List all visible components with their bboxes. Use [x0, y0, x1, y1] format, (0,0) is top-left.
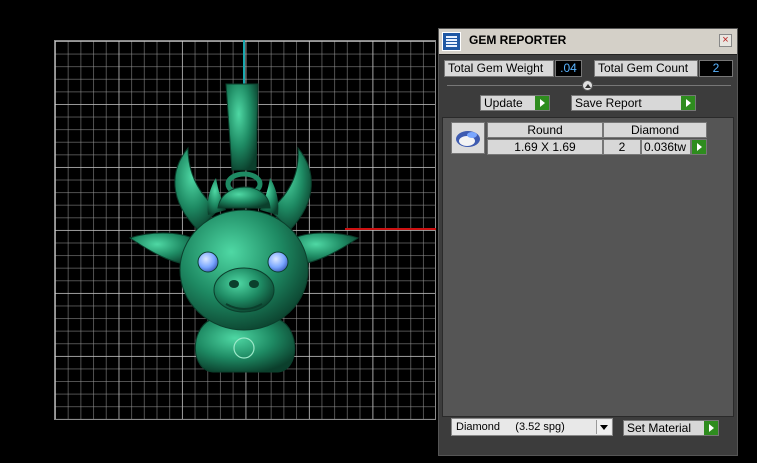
set-material-button[interactable]: Set Material	[623, 420, 719, 436]
gem-count-cell: 2	[603, 139, 641, 155]
set-material-button-label: Set Material	[627, 421, 692, 435]
total-gem-count-label: Total Gem Count	[594, 60, 698, 77]
gem-weight-cell: 0.036tw	[641, 139, 691, 155]
material-select[interactable]: Diamond (3.52 spg)	[451, 418, 613, 436]
bull-pendant-model[interactable]	[118, 80, 368, 380]
panel-title: GEM REPORTER	[469, 33, 567, 47]
gem-reporter-icon	[442, 32, 461, 51]
3d-viewport[interactable]	[0, 0, 438, 463]
gem-shape-header: Round	[487, 122, 603, 138]
gem-material-header: Diamond	[603, 122, 707, 138]
run-arrow-icon	[535, 96, 549, 110]
run-arrow-icon	[692, 140, 706, 154]
update-button-label: Update	[484, 96, 523, 110]
gem-thumbnail-icon[interactable]	[451, 122, 485, 154]
total-gem-count-value: 2	[699, 60, 733, 77]
total-gem-weight-label: Total Gem Weight	[444, 60, 554, 77]
update-button[interactable]: Update	[480, 95, 550, 111]
save-report-button[interactable]: Save Report	[571, 95, 696, 111]
gem-list[interactable]: Round Diamond 1.69 X 1.69 2 0.036tw	[442, 117, 734, 417]
collapse-toggle-icon[interactable]	[582, 80, 593, 91]
total-gem-weight-value: .04	[555, 60, 582, 77]
close-icon[interactable]: ×	[719, 34, 732, 47]
save-report-button-label: Save Report	[575, 96, 642, 110]
gem-size-cell: 1.69 X 1.69	[487, 139, 603, 155]
gem-reporter-panel: GEM REPORTER × Total Gem Weight .04 Tota…	[438, 28, 738, 456]
dropdown-arrow-icon[interactable]	[596, 420, 611, 434]
material-select-value: Diamond (3.52 spg)	[456, 421, 565, 433]
run-arrow-icon	[704, 421, 718, 435]
panel-titlebar[interactable]: GEM REPORTER ×	[439, 29, 737, 55]
run-arrow-icon	[681, 96, 695, 110]
gem-row-select-button[interactable]	[691, 139, 707, 155]
